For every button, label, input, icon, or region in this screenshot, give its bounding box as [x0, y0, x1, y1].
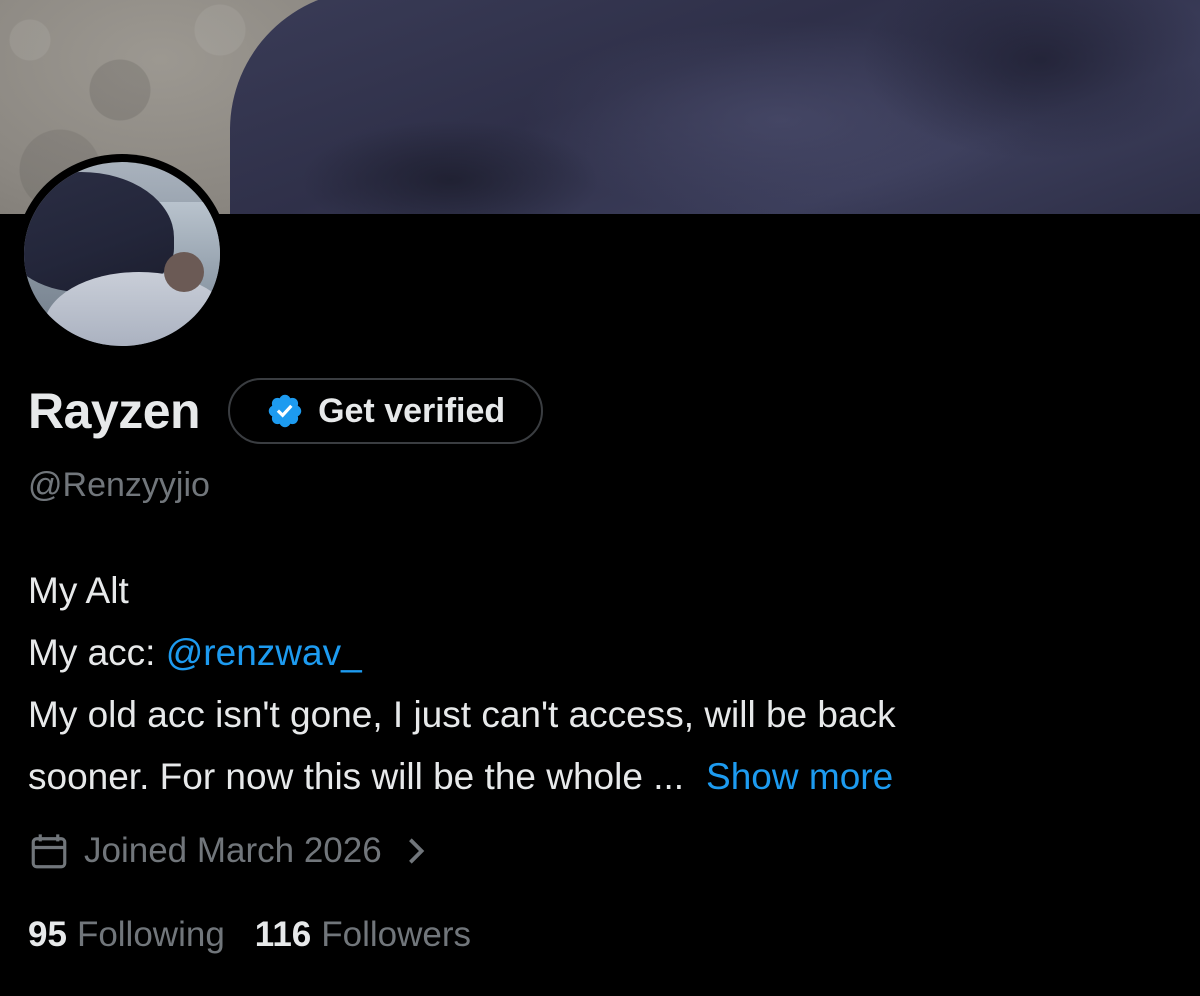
bio-line: My acc: @renzwav_ — [28, 622, 1178, 684]
bio: My Alt My acc: @renzwav_ My old acc isn'… — [28, 560, 1178, 808]
get-verified-button[interactable]: Get verified — [228, 378, 544, 444]
profile-page: Rayzen Get verified @Renzyyjio My Alt My… — [0, 0, 1200, 996]
get-verified-label: Get verified — [318, 391, 506, 430]
show-more-link[interactable]: Show more — [706, 756, 893, 797]
bio-line: My old acc isn't gone, I just can't acce… — [28, 694, 896, 735]
calendar-icon — [31, 834, 67, 869]
avatar-hand — [164, 252, 204, 292]
bio-truncated-text: sooner. For now this will be the whole .… — [28, 756, 685, 797]
name-row: Rayzen Get verified — [28, 377, 544, 445]
display-name: Rayzen — [28, 383, 201, 439]
avatar-image — [24, 162, 220, 346]
verified-badge-icon — [268, 394, 302, 428]
followers-stat[interactable]: 116 Followers — [255, 915, 471, 955]
bio-line: My Alt — [28, 570, 129, 611]
user-handle: @Renzyyjio — [28, 466, 210, 504]
mention-link[interactable]: @renzwav_ — [166, 632, 362, 673]
following-count: 95 — [28, 915, 67, 954]
following-label: Following — [76, 915, 225, 954]
avatar[interactable] — [16, 154, 228, 354]
joined-label: Joined March 2026 — [84, 831, 382, 870]
following-stat[interactable]: 95 Following — [28, 915, 225, 955]
bio-prefix: My acc: — [28, 632, 166, 673]
bio-line: sooner. For now this will be the whole .… — [28, 746, 1178, 808]
follow-stats: 95 Following 116 Followers — [28, 910, 471, 960]
followers-label: Followers — [321, 915, 472, 954]
chevron-right-icon — [408, 838, 424, 864]
joined-date[interactable]: Joined March 2026 — [28, 826, 428, 876]
followers-count: 116 — [254, 915, 312, 954]
